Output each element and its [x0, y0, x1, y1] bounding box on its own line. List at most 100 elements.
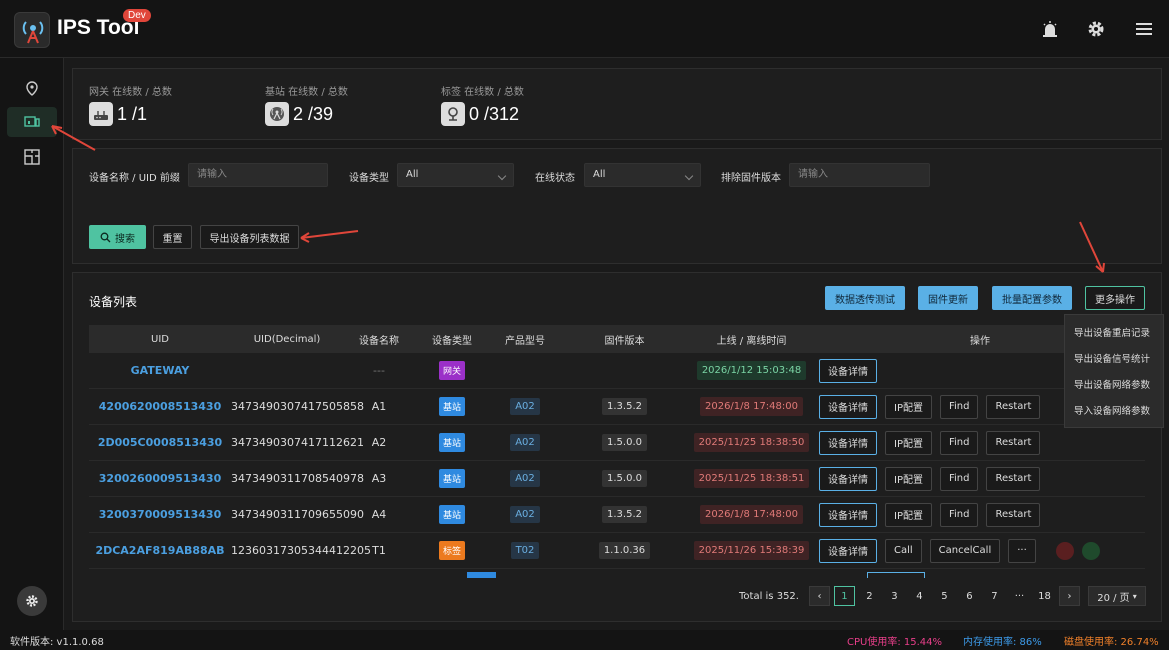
antenna-logo-icon [22, 21, 44, 44]
device-name-cell: A2 [371, 436, 387, 449]
status-filter-label: 在线状态 [535, 173, 575, 184]
uid-cell[interactable]: 4200620008513430 [89, 400, 231, 413]
device-detail-button[interactable]: 设备详情 [819, 538, 877, 563]
offline-time: 2025/11/26 15:38:39 [693, 541, 810, 560]
restart-button[interactable]: Restart [986, 430, 1041, 455]
page-ellipsis[interactable]: ··· [1009, 586, 1030, 606]
prev-page-button[interactable]: ‹ [808, 586, 830, 606]
chevron-down-icon [684, 171, 694, 181]
find-button[interactable]: Find [939, 394, 979, 419]
firmware-version: 1.5.0.0 [602, 434, 647, 451]
restart-button[interactable]: Restart [986, 502, 1041, 527]
device-detail-button[interactable]: 设备详情 [819, 430, 877, 455]
uid-decimal-cell: 3473490311708540978 [231, 472, 364, 485]
offline-time: 2025/11/25 18:38:51 [693, 469, 810, 488]
more-actions-button[interactable]: 更多操作 [1085, 286, 1145, 310]
uid-cell[interactable]: GATEWAY [89, 364, 231, 377]
map-pin-icon [26, 81, 38, 96]
batch-config-button[interactable]: 批量配置参数 [992, 286, 1072, 310]
product-model: T02 [510, 542, 540, 559]
col-uid-decimal: UID(Decimal) [253, 333, 321, 345]
table-row: 3200260009513430 3473490311708540978 A3 … [89, 461, 1145, 497]
find-button[interactable]: Find [939, 430, 979, 455]
memory-usage: 内存使用率: 86% [963, 637, 1042, 648]
ip-config-button[interactable]: IP配置 [885, 430, 932, 455]
find-button[interactable]: Find [939, 502, 979, 527]
firmware-update-button[interactable]: 固件更新 [918, 286, 978, 310]
export-restart-records-item[interactable]: 导出设备重启记录 [1065, 319, 1163, 345]
product-model: A02 [510, 470, 540, 487]
page-6[interactable]: 6 [959, 586, 980, 606]
page-1[interactable]: 1 [833, 586, 855, 606]
page-3[interactable]: 3 [884, 586, 905, 606]
call-button[interactable]: Call [885, 538, 922, 563]
product-model: A02 [510, 506, 540, 523]
type-filter-select[interactable]: All [397, 163, 514, 187]
stat-basestation: 基站 在线数 / 总数 2 /39 [265, 83, 348, 126]
uid-cell[interactable]: 2DCA2AF819AB88AB [89, 544, 231, 557]
page-4[interactable]: 4 [909, 586, 930, 606]
page-7[interactable]: 7 [984, 586, 1005, 606]
restart-button[interactable]: Restart [986, 466, 1041, 491]
search-button[interactable]: 搜索 [89, 225, 146, 249]
uid-cell[interactable]: 3200260009513430 [89, 472, 231, 485]
restart-button[interactable]: Restart [986, 394, 1041, 419]
more-row-actions-button[interactable]: ··· [1008, 538, 1036, 563]
ip-config-button[interactable]: IP配置 [885, 466, 932, 491]
settings-gear-icon[interactable] [1086, 19, 1106, 39]
data-passthrough-test-button[interactable]: 数据透传测试 [825, 286, 905, 310]
export-signal-stats-item[interactable]: 导出设备信号统计 [1065, 345, 1163, 371]
device-name-cell: --- [373, 364, 385, 377]
firmware-version: 1.3.5.2 [602, 506, 647, 523]
uid-cell[interactable]: 3200370009513430 [89, 508, 231, 521]
dev-badge: Dev [123, 9, 151, 22]
find-button[interactable]: Find [939, 466, 979, 491]
col-firmware: 固件版本 [604, 335, 645, 347]
software-version: 软件版本: v1.1.0.68 [10, 637, 104, 648]
page-2[interactable]: 2 [859, 586, 880, 606]
antenna-icon [265, 102, 289, 126]
device-detail-button[interactable]: 设备详情 [819, 466, 877, 491]
total-count: Total is 352. [739, 590, 799, 602]
fw-filter-input[interactable]: 请输入 [789, 163, 930, 187]
router-icon [89, 102, 113, 126]
name-filter-input[interactable]: 请输入 [188, 163, 328, 187]
type-filter-value: All [406, 169, 419, 180]
table-header: UID UID(Decimal) 设备名称 设备类型 产品型号 固件版本 上线 … [89, 325, 1145, 353]
status-filter-select[interactable]: All [584, 163, 701, 187]
device-detail-button[interactable]: 设备详情 [819, 394, 877, 419]
reset-button[interactable]: 重置 [153, 225, 192, 249]
hamburger-menu-icon[interactable] [1134, 19, 1154, 39]
alarm-icon[interactable] [1040, 19, 1060, 39]
ip-config-button[interactable]: IP配置 [885, 394, 932, 419]
ip-config-button[interactable]: IP配置 [885, 502, 932, 527]
status-bar: 软件版本: v1.1.0.68 CPU使用率: 15.44% 内存使用率: 86… [0, 630, 1169, 650]
uid-decimal-cell: 3473490311709655090 [231, 508, 364, 521]
pagination: Total is 352. ‹ 1 2 3 4 5 6 7 ··· 18 › 2… [739, 586, 1150, 606]
sidebar-item-devices[interactable] [7, 107, 57, 137]
page-size-value: 20 / 页 [1097, 592, 1130, 604]
export-list-button[interactable]: 导出设备列表数据 [200, 225, 299, 249]
search-button-label: 搜索 [115, 233, 135, 245]
gear-icon [26, 595, 38, 607]
page-size-select[interactable]: 20 / 页 ▾ [1087, 586, 1146, 606]
sidebar-item-floorplan[interactable] [7, 142, 57, 172]
offline-time: 2026/1/8 17:48:00 [699, 397, 803, 416]
uid-cell[interactable]: 2D005C0008513430 [89, 436, 231, 449]
page-5[interactable]: 5 [934, 586, 955, 606]
export-network-params-item[interactable]: 导出设备网络参数 [1065, 371, 1163, 397]
sidebar-item-map[interactable] [7, 74, 57, 104]
app-logo [14, 12, 50, 48]
import-network-params-item[interactable]: 导入设备网络参数 [1065, 397, 1163, 423]
device-list-panel: 设备列表 数据透传测试 固件更新 批量配置参数 更多操作 UID UID(Dec… [72, 272, 1162, 622]
next-page-button[interactable]: › [1058, 586, 1080, 606]
device-type-tag: 基站 [438, 469, 465, 488]
device-name-cell: A4 [371, 508, 387, 521]
page-18[interactable]: 18 [1034, 586, 1055, 606]
col-device-type: 设备类型 [432, 335, 472, 347]
device-name-cell: A3 [371, 472, 387, 485]
device-detail-button[interactable]: 设备详情 [819, 358, 877, 383]
device-detail-button[interactable]: 设备详情 [819, 502, 877, 527]
sidebar-settings-button[interactable] [17, 586, 47, 616]
cancel-call-button[interactable]: CancelCall [929, 538, 1001, 563]
